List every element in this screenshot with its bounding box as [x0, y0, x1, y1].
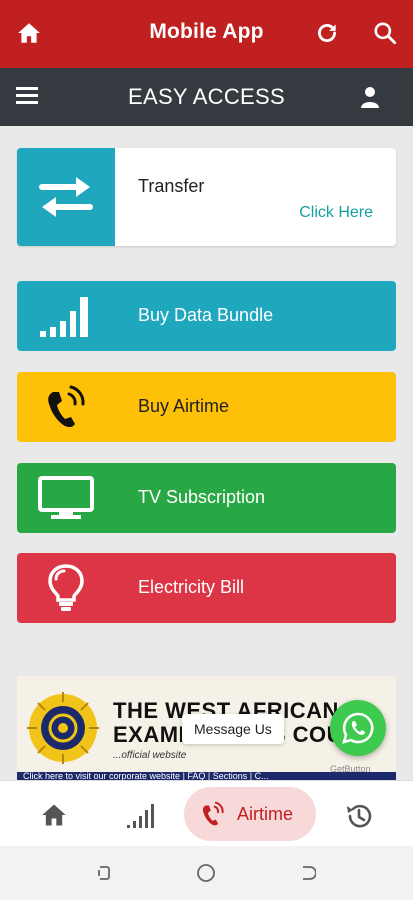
app-title: Mobile App — [149, 20, 264, 43]
refresh-icon[interactable] — [314, 20, 340, 46]
history-icon[interactable] — [344, 801, 374, 831]
message-us-tooltip[interactable]: Message Us — [182, 714, 284, 744]
sub-header: EASY ACCESS — [0, 68, 413, 126]
transfer-label: Transfer — [138, 176, 205, 196]
whatsapp-icon — [342, 712, 374, 744]
main-content: Transfer Click Here Buy Data Bundle Buy … — [0, 126, 413, 780]
nav-tab-airtime[interactable]: Airtime — [184, 787, 316, 841]
electricity-bill-button[interactable]: Electricity Bill — [17, 553, 396, 623]
home-icon[interactable] — [40, 801, 68, 829]
waec-logo-icon — [27, 692, 99, 764]
signal-bars-icon — [40, 297, 88, 337]
buy-airtime-button[interactable]: Buy Airtime — [17, 372, 396, 442]
getbutton-credit: GetButton — [330, 764, 371, 774]
buy-data-bundle-label: Buy Data Bundle — [138, 305, 274, 325]
section-title: EASY ACCESS — [128, 84, 285, 109]
search-icon[interactable] — [372, 20, 398, 46]
recent-apps-icon[interactable] — [94, 864, 112, 882]
user-icon[interactable] — [358, 85, 382, 109]
transfer-arrows-icon — [39, 177, 93, 217]
tv-icon — [38, 476, 94, 519]
lightbulb-icon — [48, 564, 84, 611]
system-navigation-bar — [0, 846, 413, 900]
whatsapp-button[interactable] — [330, 700, 386, 756]
transfer-card[interactable]: Transfer Click Here — [17, 148, 396, 246]
system-home-icon[interactable] — [196, 863, 216, 883]
tv-subscription-label: TV Subscription — [138, 487, 266, 507]
bottom-navigation: Airtime — [0, 780, 413, 846]
app-header: Mobile App — [0, 0, 413, 68]
transfer-icon-box — [17, 148, 115, 246]
phone-ringing-icon — [48, 385, 85, 428]
electricity-bill-label: Electricity Bill — [138, 577, 245, 597]
buy-airtime-label: Buy Airtime — [138, 396, 230, 416]
phone-ringing-icon — [202, 801, 224, 826]
tv-subscription-button[interactable]: TV Subscription — [17, 463, 396, 533]
banner-subtitle: ...official website — [113, 750, 187, 761]
transfer-click-here-link[interactable]: Click Here — [299, 204, 373, 222]
back-icon[interactable] — [298, 864, 316, 882]
buy-data-bundle-button[interactable]: Buy Data Bundle — [17, 281, 396, 351]
signal-bars-icon[interactable] — [126, 803, 156, 829]
nav-tab-airtime-label: Airtime — [237, 804, 294, 824]
